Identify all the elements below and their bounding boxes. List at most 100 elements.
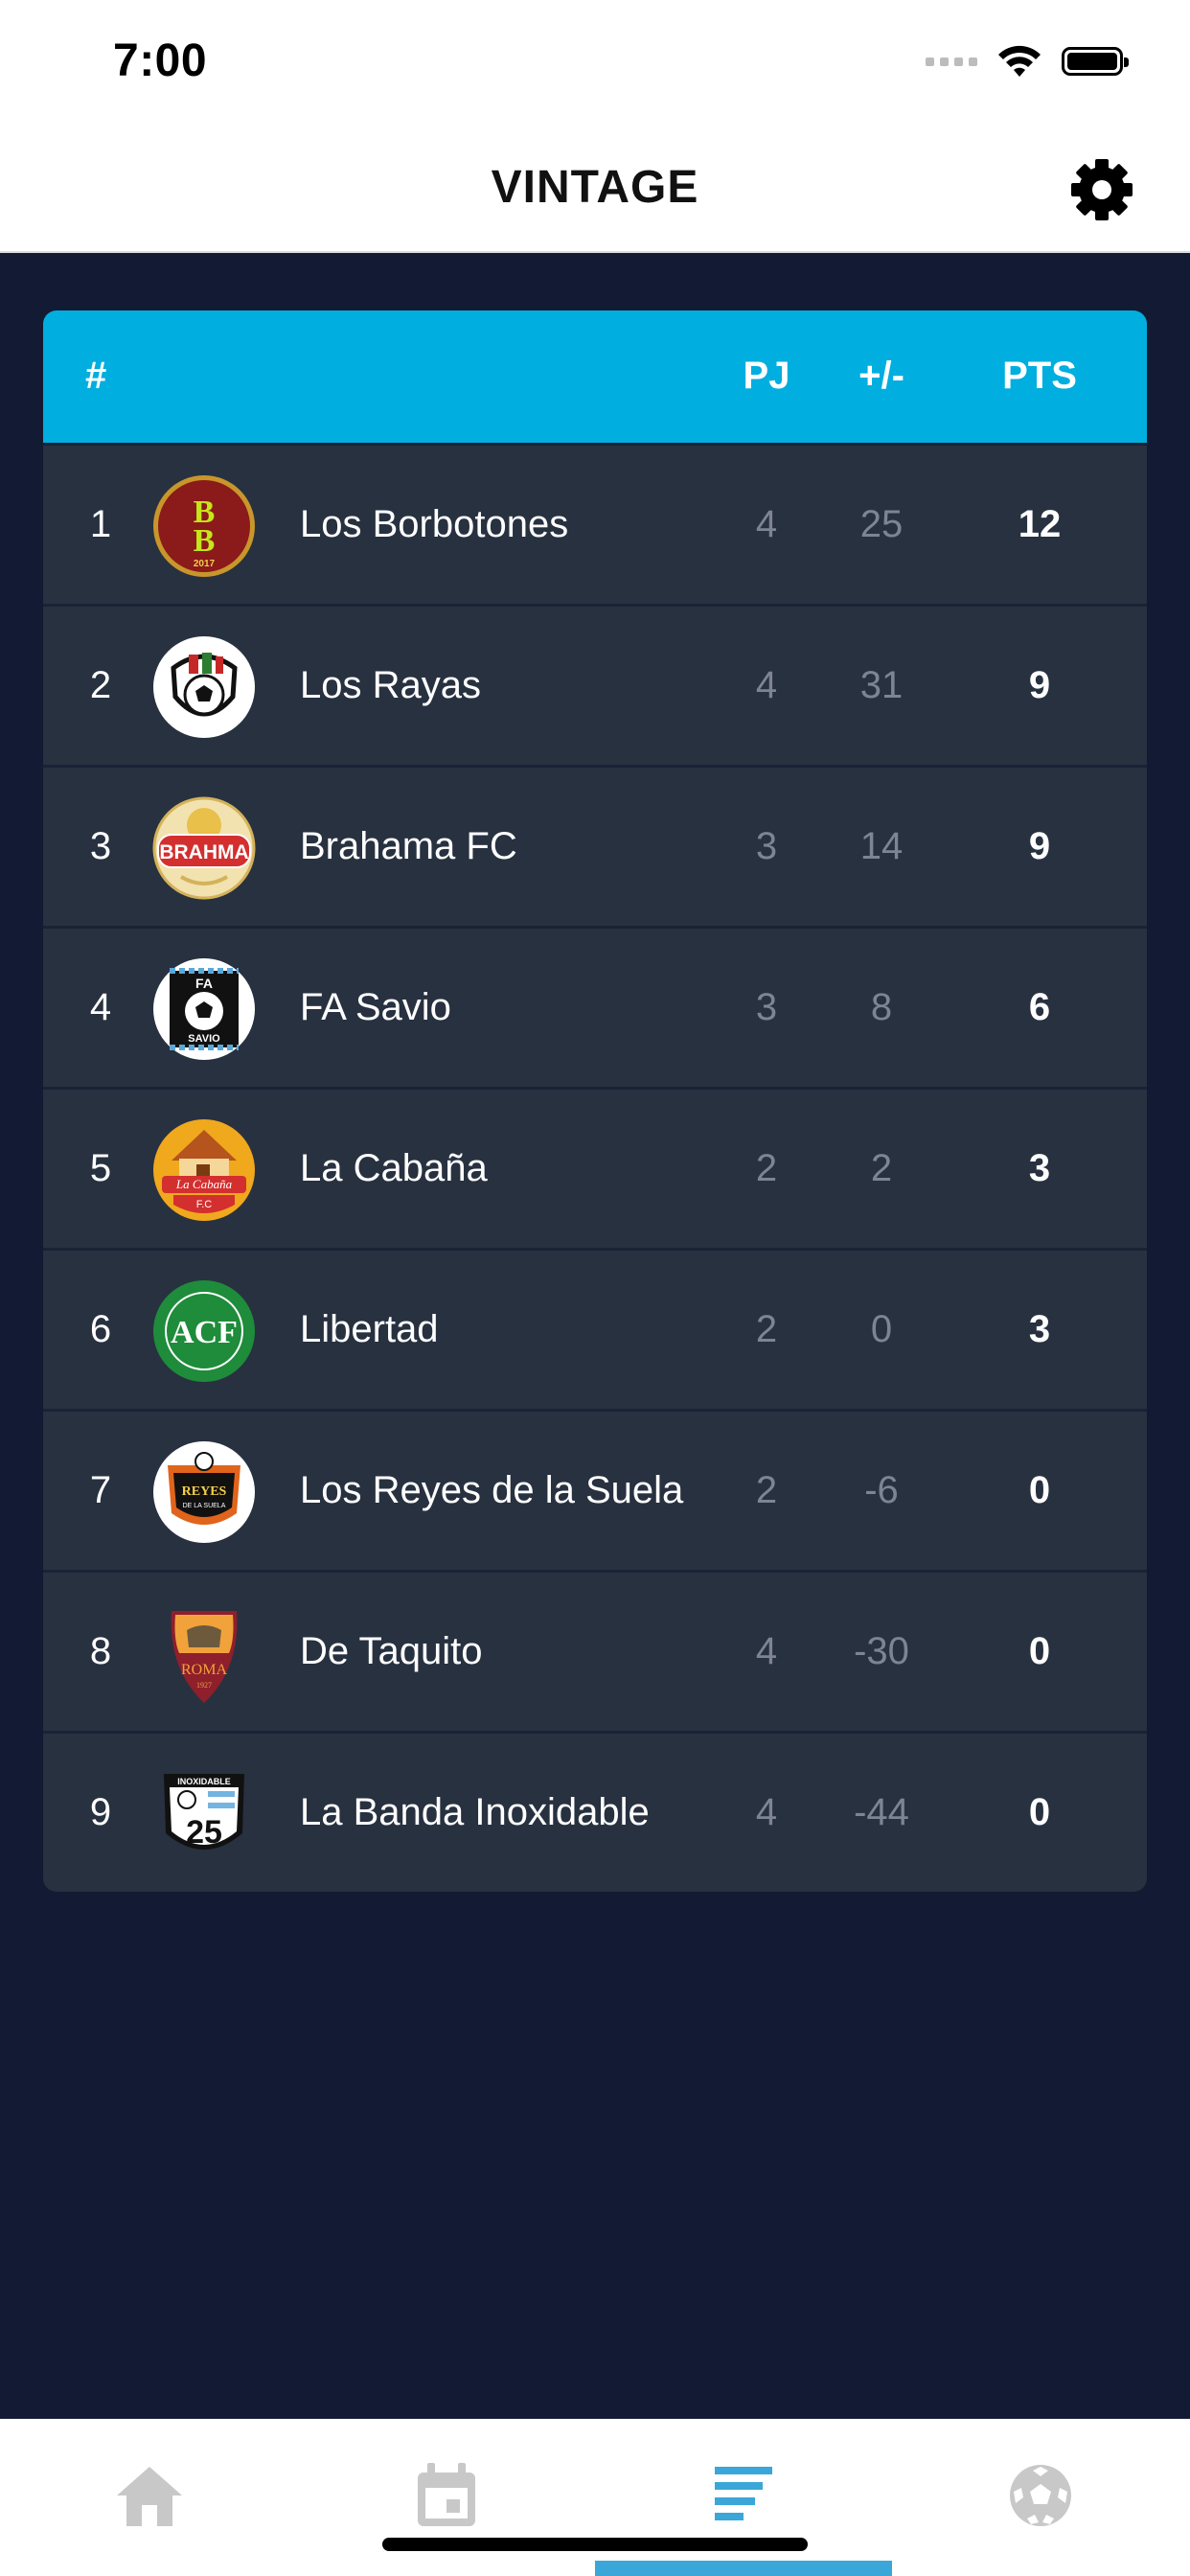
- settings-gear-icon[interactable]: [1067, 155, 1136, 224]
- svg-text:1927: 1927: [196, 1681, 212, 1690]
- svg-text:INOXIDABLE: INOXIDABLE: [177, 1777, 231, 1786]
- games-played: 2: [755, 1147, 778, 1189]
- standings-icon: [715, 2467, 772, 2520]
- points: 3: [1028, 1147, 1051, 1189]
- goal-difference: 0: [870, 1308, 893, 1350]
- row-position: 2: [89, 664, 112, 706]
- team-name: De Taquito: [300, 1630, 483, 1672]
- table-header: # PJ +/- PTS: [43, 310, 1147, 443]
- games-played: 3: [755, 825, 778, 867]
- calendar-icon: [418, 2463, 475, 2526]
- goal-difference: -44: [854, 1791, 909, 1833]
- goal-difference: -30: [854, 1630, 909, 1672]
- tab-standings[interactable]: [594, 2419, 891, 2576]
- soccer-ball-icon: [1010, 2465, 1071, 2526]
- table-row[interactable]: 8 ROMA 1927 De Taquito 4 -30 0: [43, 1570, 1147, 1731]
- active-tab-indicator: [595, 2561, 892, 2576]
- team-logo: REYES DE LA SUELA: [153, 1441, 255, 1543]
- team-name: Brahama FC: [300, 825, 517, 867]
- cellular-signal-icon: [926, 57, 977, 66]
- points: 0: [1028, 1469, 1051, 1511]
- header-points: PTS: [1002, 355, 1077, 397]
- svg-text:25: 25: [186, 1814, 222, 1851]
- goal-difference: 25: [859, 503, 904, 545]
- row-position: 7: [89, 1469, 112, 1511]
- games-played: 2: [755, 1469, 778, 1511]
- team-logo: La Cabaña F.C: [153, 1119, 255, 1221]
- table-row[interactable]: 1 B B 2017 Los Borbotones 4 25 12: [43, 443, 1147, 604]
- points: 12: [1018, 503, 1062, 545]
- team-logo: ACF: [153, 1280, 255, 1382]
- svg-text:BRAHMA: BRAHMA: [159, 841, 248, 863]
- status-icons: [926, 42, 1129, 80]
- points: 6: [1028, 986, 1051, 1028]
- points: 0: [1028, 1630, 1051, 1672]
- table-row[interactable]: 6 ACF Libertad 2 0 3: [43, 1248, 1147, 1409]
- header-rank: #: [85, 355, 107, 397]
- svg-text:ACF: ACF: [171, 1315, 238, 1350]
- row-position: 4: [89, 986, 112, 1028]
- goal-difference: 31: [859, 664, 904, 706]
- row-position: 8: [89, 1630, 112, 1672]
- table-row[interactable]: 4 FA SAVIO FA Savio 3 8 6: [43, 926, 1147, 1087]
- points: 3: [1028, 1308, 1051, 1350]
- svg-text:B: B: [194, 523, 216, 559]
- standings-table: # PJ +/- PTS 1 B B 2017 Los Borbotones 4…: [43, 310, 1147, 1892]
- tab-calendar[interactable]: [297, 2419, 594, 2576]
- battery-icon: [1062, 47, 1129, 76]
- tab-home[interactable]: [0, 2419, 297, 2576]
- team-name: FA Savio: [300, 986, 451, 1028]
- team-logo: BRAHMA: [152, 796, 256, 900]
- svg-text:2017: 2017: [194, 559, 216, 569]
- tab-teams[interactable]: [891, 2419, 1188, 2576]
- team-name: Los Borbotones: [300, 503, 569, 545]
- team-name: Libertad: [300, 1308, 439, 1350]
- goal-difference: -6: [864, 1469, 899, 1511]
- header-played: PJ: [743, 355, 790, 397]
- team-logo: B B 2017: [153, 475, 255, 577]
- games-played: 4: [755, 1791, 778, 1833]
- row-position: 1: [89, 503, 112, 545]
- status-bar: 7:00: [0, 0, 1190, 126]
- home-indicator: [382, 2538, 808, 2551]
- goal-difference: 8: [870, 986, 893, 1028]
- games-played: 4: [755, 664, 778, 706]
- header-goal-difference: +/-: [858, 355, 904, 397]
- table-row[interactable]: 7 REYES DE LA SUELA Los Reyes de la Suel…: [43, 1409, 1147, 1570]
- svg-text:DE LA SUELA: DE LA SUELA: [183, 1503, 226, 1509]
- svg-text:REYES: REYES: [182, 1484, 227, 1499]
- svg-text:ROMA: ROMA: [181, 1662, 227, 1678]
- table-row[interactable]: 2 Los Rayas 4 31 9: [43, 604, 1147, 765]
- table-row[interactable]: 3 BRAHMA Brahama FC 3 14 9: [43, 765, 1147, 926]
- games-played: 4: [755, 1630, 778, 1672]
- team-name: La Cabaña: [300, 1147, 488, 1189]
- row-position: 6: [89, 1308, 112, 1350]
- status-time: 7:00: [113, 35, 208, 86]
- svg-text:F.C: F.C: [196, 1199, 213, 1210]
- home-icon: [117, 2467, 182, 2526]
- row-position: 5: [89, 1147, 112, 1189]
- team-logo: FA SAVIO: [153, 958, 255, 1060]
- points: 9: [1028, 664, 1051, 706]
- svg-text:SAVIO: SAVIO: [188, 1033, 220, 1045]
- games-played: 4: [755, 503, 778, 545]
- tab-bar: [0, 2419, 1190, 2576]
- table-row[interactable]: 9 INOXIDABLE 25 La Banda Inoxidable 4 -4…: [43, 1731, 1147, 1892]
- row-position: 3: [89, 825, 112, 867]
- team-logo: ROMA 1927: [171, 1611, 238, 1703]
- svg-text:FA: FA: [195, 976, 213, 991]
- page-title: VINTAGE: [491, 162, 699, 213]
- team-name: Los Reyes de la Suela: [300, 1469, 684, 1511]
- goal-difference: 14: [859, 825, 904, 867]
- team-logo: [153, 636, 255, 738]
- team-name: La Banda Inoxidable: [300, 1791, 650, 1833]
- goal-difference: 2: [870, 1147, 893, 1189]
- team-name: Los Rayas: [300, 664, 481, 706]
- games-played: 3: [755, 986, 778, 1028]
- navigation-bar: VINTAGE: [0, 126, 1190, 253]
- table-row[interactable]: 5 La Cabaña F.C La Cabaña 2 2 3: [43, 1087, 1147, 1248]
- svg-text:La Cabaña: La Cabaña: [175, 1177, 233, 1191]
- points: 0: [1028, 1791, 1051, 1833]
- points: 9: [1028, 825, 1051, 867]
- wifi-icon: [998, 45, 1041, 77]
